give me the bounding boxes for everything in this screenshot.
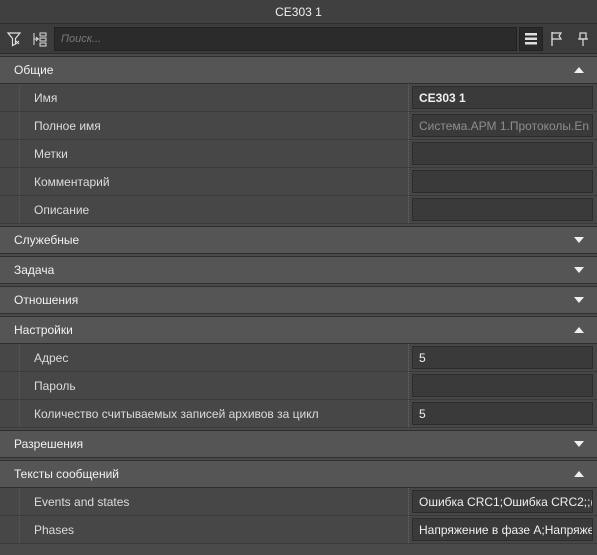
events-field[interactable]: Ошибка CRC1;Ошибка CRC2;;( xyxy=(412,490,593,513)
property-row-password: Пароль xyxy=(0,372,597,400)
property-row-full-name: Полное имя Система.АРМ 1.Протоколы.En xyxy=(0,112,597,140)
section-title: Настройки xyxy=(14,323,73,337)
property-label: Описание xyxy=(34,202,90,217)
section-title: Задача xyxy=(14,263,55,277)
filter-icon[interactable] xyxy=(2,26,26,51)
collapse-tree-icon[interactable] xyxy=(28,26,52,51)
pin-icon[interactable] xyxy=(571,26,595,51)
section-relations-header[interactable]: Отношения xyxy=(0,286,597,314)
property-label: Метки xyxy=(34,146,68,161)
toolbar xyxy=(0,24,597,54)
chevron-up-icon xyxy=(574,327,584,333)
archive-count-field[interactable]: 5 xyxy=(412,402,593,425)
property-label: Phases xyxy=(34,522,75,537)
chevron-down-icon xyxy=(574,267,584,273)
property-label: Пароль xyxy=(34,378,76,393)
address-field[interactable]: 5 xyxy=(412,346,593,369)
name-field[interactable]: CE303 1 xyxy=(412,86,593,109)
list-view-icon[interactable] xyxy=(519,26,543,51)
description-field[interactable] xyxy=(412,198,593,221)
chevron-down-icon xyxy=(574,297,584,303)
full-name-field: Система.АРМ 1.Протоколы.En xyxy=(412,114,593,137)
property-label: Количество считываемых записей архивов з… xyxy=(34,406,319,421)
window-title: CE303 1 xyxy=(275,4,322,19)
property-row-comment: Комментарий xyxy=(0,168,597,196)
tags-field[interactable] xyxy=(412,142,593,165)
search-input[interactable] xyxy=(54,26,517,51)
property-label: Адрес xyxy=(34,350,69,365)
section-service-header[interactable]: Служебные xyxy=(0,226,597,254)
password-field[interactable] xyxy=(412,374,593,397)
property-row-phases: Phases Напряжение в фазе А;Напряже xyxy=(0,516,597,544)
chevron-down-icon xyxy=(574,441,584,447)
property-row-tags: Метки xyxy=(0,140,597,168)
comment-field[interactable] xyxy=(412,170,593,193)
section-permissions-header[interactable]: Разрешения xyxy=(0,430,597,458)
property-label: Полное имя xyxy=(34,118,101,133)
property-row-events: Events and states Ошибка CRC1;Ошибка CRC… xyxy=(0,488,597,516)
property-row-address: Адрес 5 xyxy=(0,344,597,372)
chevron-up-icon xyxy=(574,471,584,477)
property-label: Events and states xyxy=(34,494,130,509)
chevron-up-icon xyxy=(574,67,584,73)
chevron-down-icon xyxy=(574,237,584,243)
section-title: Разрешения xyxy=(14,437,84,451)
section-title: Тексты сообщений xyxy=(14,467,119,481)
section-task-header[interactable]: Задача xyxy=(0,256,597,284)
section-title: Общие xyxy=(14,63,54,77)
property-label: Комментарий xyxy=(34,174,110,189)
property-row-name: Имя CE303 1 xyxy=(0,84,597,112)
section-title: Отношения xyxy=(14,293,79,307)
property-row-description: Описание xyxy=(0,196,597,224)
flag-icon[interactable] xyxy=(545,26,569,51)
window-titlebar: CE303 1 xyxy=(0,0,597,24)
property-label: Имя xyxy=(34,90,58,105)
section-general-header[interactable]: Общие xyxy=(0,56,597,84)
section-settings-header[interactable]: Настройки xyxy=(0,316,597,344)
section-messages-header[interactable]: Тексты сообщений xyxy=(0,460,597,488)
section-title: Служебные xyxy=(14,233,80,247)
property-row-archive-count: Количество считываемых записей архивов з… xyxy=(0,400,597,428)
phases-field[interactable]: Напряжение в фазе А;Напряже xyxy=(412,518,593,541)
